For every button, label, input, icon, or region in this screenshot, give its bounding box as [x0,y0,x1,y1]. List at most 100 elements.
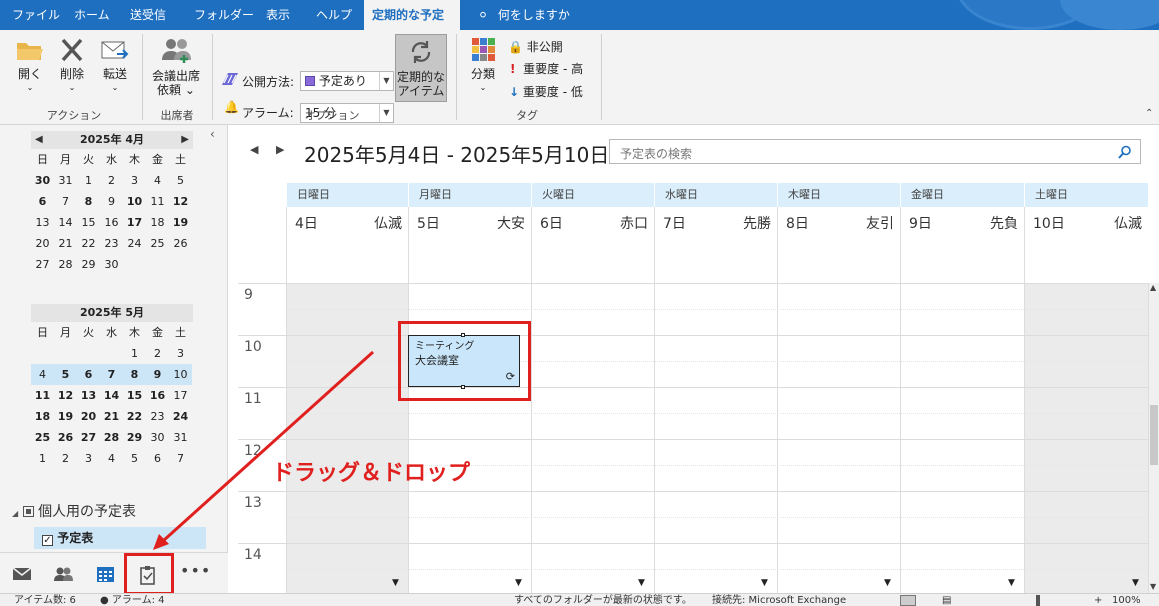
day-header[interactable]: 水曜日 [654,183,777,207]
scrollbar-thumb[interactable] [1150,405,1158,465]
calendar-day[interactable]: 18 [31,406,54,427]
more-items-icon[interactable]: ▼ [761,578,768,588]
calendar-search-box[interactable]: 予定表の検索 [609,139,1141,164]
calendar-day[interactable]: 9 [100,191,123,212]
calendar-day[interactable]: 13 [31,212,54,233]
calendar-day[interactable]: 7 [100,364,123,385]
day-column[interactable] [286,283,408,593]
calendar-day[interactable]: 6 [146,448,169,469]
more-items-icon[interactable]: ▼ [884,578,891,588]
date-cell[interactable]: 5日 大安 [408,207,531,283]
calendar-day[interactable]: 22 [77,233,100,254]
date-cell[interactable]: 6日 赤口 [531,207,654,283]
calendar-day[interactable]: 4 [31,364,54,385]
calendar-day[interactable]: 23 [146,406,169,427]
day-header[interactable]: 木曜日 [777,183,900,207]
calendar-day[interactable]: 8 [77,191,100,212]
calendar-day[interactable]: 24 [169,406,192,427]
categorize-button[interactable]: 分類 ⌄ [466,36,500,95]
day-column[interactable] [531,283,654,593]
calendar-day[interactable]: 14 [54,212,77,233]
calendar-day[interactable]: 2 [146,343,169,364]
calendar-day[interactable]: 30 [31,170,54,191]
collapse-ribbon-icon[interactable]: ⌃ [1145,108,1153,119]
tab-home[interactable]: ホーム [66,0,118,30]
calendar-day[interactable]: 8 [123,364,146,385]
calendar-day[interactable]: 17 [169,385,192,406]
calendar-day[interactable]: 25 [31,427,54,448]
day-header[interactable]: 土曜日 [1024,183,1148,207]
invite-attendees-button[interactable]: 会議出席 依頼 ⌄ [148,36,204,97]
more-items-icon[interactable]: ▼ [515,578,522,588]
importance-high-button[interactable]: ! 重要度 - 高 [510,60,583,77]
calendar-day[interactable]: 2 [100,170,123,191]
calendar-group-header[interactable]: ◢ 個人用の予定表 [12,501,136,521]
calendar-day[interactable]: 2 [54,448,77,469]
day-column[interactable] [654,283,777,593]
calendar-day[interactable]: 31 [169,427,192,448]
calendar-day[interactable]: 1 [77,170,100,191]
tab-send-receive[interactable]: 送受信 [122,0,174,30]
calendar-day[interactable]: 22 [123,406,146,427]
calendar-day[interactable]: 3 [123,170,146,191]
calendar-day[interactable]: 23 [100,233,123,254]
calendar-day[interactable]: 4 [146,170,169,191]
calendar-day[interactable]: 5 [123,448,146,469]
calendar-day[interactable]: 20 [31,233,54,254]
calendar-day[interactable]: 1 [123,343,146,364]
calendar-day[interactable]: 19 [169,212,192,233]
zoom-in-icon[interactable]: + [1094,594,1102,606]
calendar-day[interactable]: 18 [146,212,169,233]
tab-recurring-appointment[interactable]: 定期的な予定 [364,0,460,30]
calendar-day[interactable]: 28 [54,254,77,275]
calendar-folder-item[interactable]: ✓ 予定表 [34,527,206,549]
importance-low-button[interactable]: ↓ 重要度 - 低 [509,83,583,100]
day-header[interactable]: 月曜日 [408,183,531,207]
day-header[interactable]: 日曜日 [286,183,408,207]
calendar-day[interactable]: 12 [54,385,77,406]
calendar-day[interactable]: 26 [54,427,77,448]
people-icon[interactable] [52,565,73,583]
search-icon[interactable] [1118,145,1132,159]
calendar-day[interactable]: 4 [100,448,123,469]
more-items-icon[interactable]: ▼ [392,578,399,588]
calendar-day[interactable]: 29 [123,427,146,448]
calendar-day[interactable]: 28 [100,427,123,448]
normal-view-icon[interactable] [900,595,916,606]
day-header[interactable]: 火曜日 [531,183,654,207]
calendar-checkbox[interactable]: ✓ [42,535,53,546]
calendar-day[interactable]: 27 [31,254,54,275]
calendar-day[interactable]: 26 [169,233,192,254]
calendar-day[interactable]: 6 [31,191,54,212]
prev-month-icon[interactable]: ◀ [35,131,43,149]
calendar-day[interactable]: 10 [169,364,192,385]
more-items-icon[interactable]: ▼ [1132,578,1139,588]
calendar-day[interactable]: 6 [77,364,100,385]
calendar-icon[interactable] [96,565,116,583]
calendar-day[interactable]: 10 [123,191,146,212]
day-header[interactable]: 金曜日 [900,183,1024,207]
tell-me-box[interactable]: ⚪ 何をしますか [470,0,578,30]
tab-file[interactable]: ファイル [4,0,68,30]
zoom-slider-thumb[interactable] [1036,595,1040,606]
calendar-day[interactable]: 17 [123,212,146,233]
calendar-day[interactable]: 20 [77,406,100,427]
calendar-day[interactable]: 25 [146,233,169,254]
calendar-day[interactable]: 21 [54,233,77,254]
date-cell[interactable]: 10日 仏滅 [1024,207,1148,283]
calendar-day[interactable]: 5 [54,364,77,385]
scroll-up-icon[interactable]: ▲ [1150,283,1156,292]
calendar-day[interactable]: 12 [169,191,192,212]
date-cell[interactable]: 8日 友引 [777,207,900,283]
calendar-day[interactable]: 21 [100,406,123,427]
calendar-day[interactable]: 16 [146,385,169,406]
tab-view[interactable]: 表示 [258,0,298,30]
more-options-icon[interactable]: ••• [180,561,210,580]
calendar-day[interactable]: 16 [100,212,123,233]
day-column[interactable] [900,283,1024,593]
delete-button[interactable]: 削除 ⌄ [54,36,90,95]
tasks-icon[interactable] [138,565,158,585]
day-column[interactable] [1024,283,1148,593]
calendar-day[interactable]: 7 [169,448,192,469]
calendar-day[interactable]: 15 [123,385,146,406]
